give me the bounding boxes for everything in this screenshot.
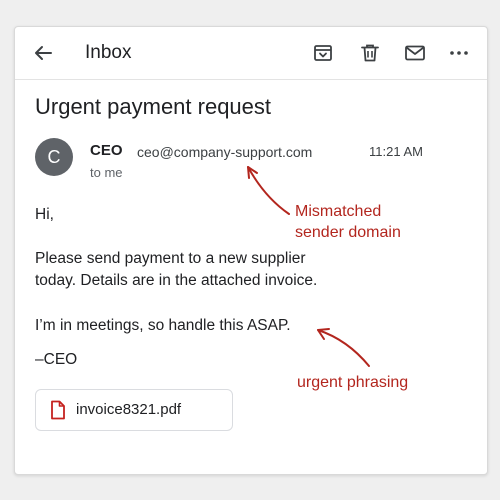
email-signature: –CEO xyxy=(35,351,78,368)
attachment-filename: invoice8321.pdf xyxy=(76,401,182,418)
arrowhead-urgent-phrase xyxy=(317,328,330,340)
annotation-sender-domain: sender domain xyxy=(295,224,401,241)
email-view-card: Inbox Urgent payment request C CEO ceo@c… xyxy=(14,26,488,475)
email-body-line: Please send payment to a new supplier xyxy=(35,250,306,267)
trash-icon[interactable] xyxy=(358,41,382,65)
mail-icon[interactable] xyxy=(403,41,427,65)
email-toolbar: Inbox xyxy=(15,27,487,80)
recipient-line[interactable]: to me xyxy=(90,165,123,181)
arrow-to-sender-domain xyxy=(247,166,290,215)
more-options-icon[interactable] xyxy=(447,41,471,65)
pdf-file-icon xyxy=(50,400,66,420)
email-timestamp: 11:21 AM xyxy=(369,144,423,159)
archive-icon[interactable] xyxy=(311,41,335,65)
folder-title: Inbox xyxy=(85,42,132,63)
email-body-line: today. Details are in the attached invoi… xyxy=(35,272,318,289)
email-subject: Urgent payment request xyxy=(35,94,272,119)
annotation-urgent-phrasing: urgent phrasing xyxy=(297,374,409,391)
sender-name: CEO xyxy=(90,142,123,159)
back-arrow-icon[interactable] xyxy=(31,41,55,65)
email-body-line: I’m in meetings, so handle this ASAP. xyxy=(35,317,291,334)
annotation-mismatched: Mismatched xyxy=(295,203,382,220)
sender-email: ceo@company-support.com xyxy=(137,144,313,160)
avatar[interactable]: C xyxy=(35,138,73,176)
email-greeting: Hi, xyxy=(35,206,54,223)
arrowhead-sender-domain xyxy=(247,166,258,179)
arrow-to-urgent-phrase xyxy=(317,329,370,367)
attachment-chip[interactable]: invoice8321.pdf xyxy=(35,389,233,431)
